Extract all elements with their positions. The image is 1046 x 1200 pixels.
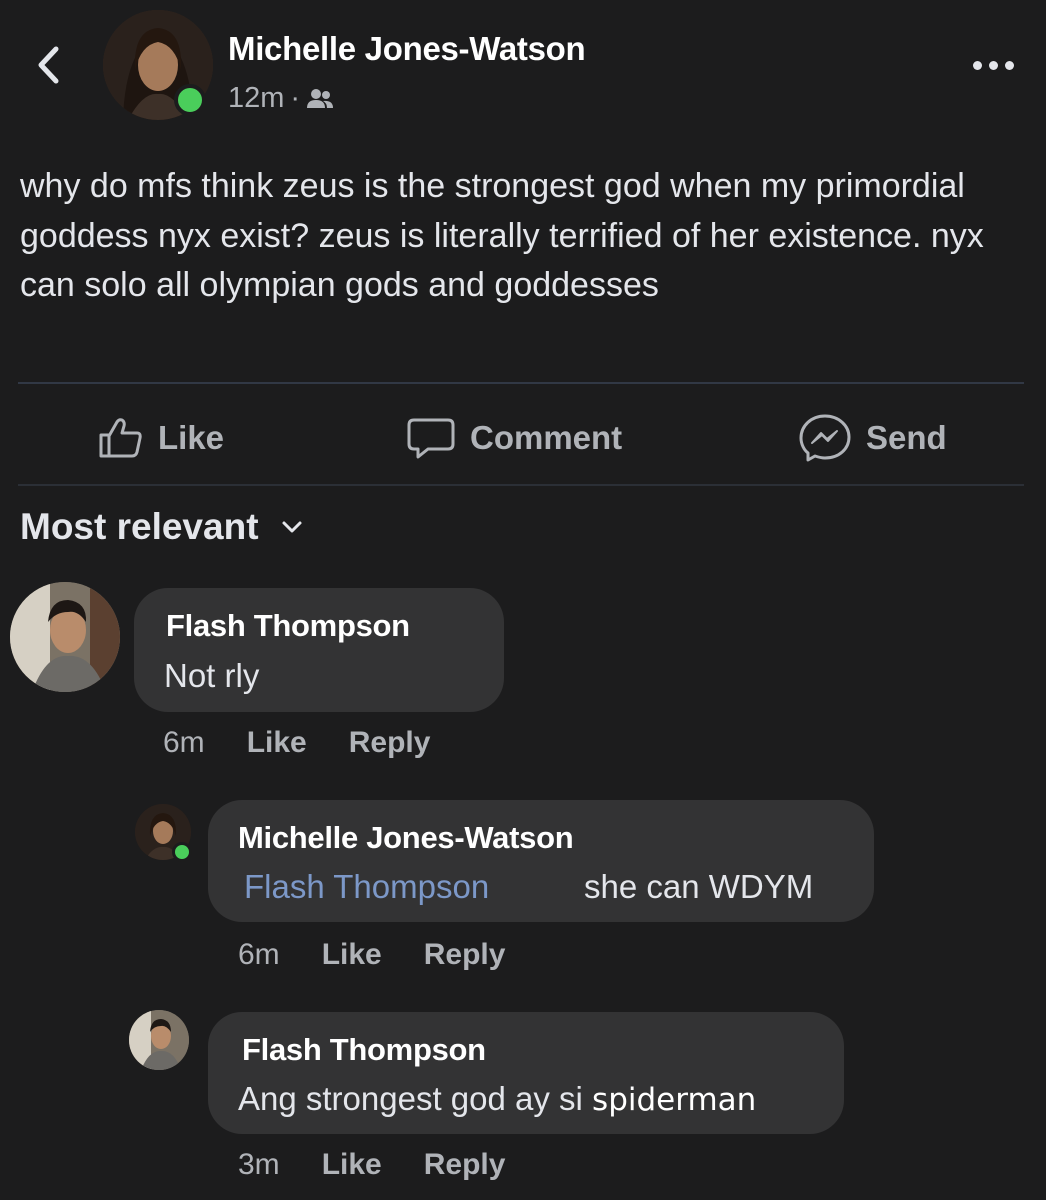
reply-actions: 3m Like Reply <box>238 1148 505 1182</box>
reply-text: she can WDYM <box>584 868 814 905</box>
reply-avatar-image <box>129 1010 189 1070</box>
reply-like-button[interactable]: Like <box>322 1148 382 1182</box>
friends-icon[interactable] <box>306 88 334 110</box>
reply-like-button[interactable]: Like <box>322 938 382 972</box>
reply-author[interactable]: Flash Thompson <box>242 1032 486 1068</box>
thumbs-up-icon <box>99 418 142 458</box>
reply-mention[interactable]: Flash Thompson <box>244 868 489 906</box>
comment-label: Comment <box>470 419 623 456</box>
reply-avatar[interactable] <box>129 1010 189 1070</box>
divider <box>18 382 1024 384</box>
comment-reply-button[interactable]: Reply <box>349 726 431 760</box>
reply-time[interactable]: 3m <box>238 1148 280 1182</box>
like-label: Like <box>158 419 225 456</box>
comment-button[interactable]: Comment <box>406 412 622 464</box>
reply-text: Ang strongest god ay si spiderman <box>238 1080 756 1118</box>
meta-separator: · <box>290 82 301 114</box>
reply-bubble[interactable]: Michelle Jones-Watson Flash Thompson she… <box>208 800 874 922</box>
send-label: Send <box>866 419 947 456</box>
more-horizontal-icon <box>972 60 982 70</box>
comment-like-button[interactable]: Like <box>247 726 307 760</box>
comment-bubble[interactable]: Flash Thompson Not rly <box>134 588 504 712</box>
comment-text: Not rly <box>164 657 260 694</box>
messenger-icon <box>799 414 851 462</box>
comment-author[interactable]: Flash Thompson <box>166 608 410 644</box>
reply-text-main: Ang strongest god ay si <box>238 1080 583 1117</box>
online-status-dot <box>174 84 206 116</box>
reply-actions: 6m Like Reply <box>238 938 505 972</box>
send-button[interactable]: Send <box>798 412 947 464</box>
more-options-button[interactable] <box>968 54 1018 76</box>
reply-reply-button[interactable]: Reply <box>424 1148 506 1182</box>
reply-time[interactable]: 6m <box>238 938 280 972</box>
back-button[interactable] <box>28 40 68 90</box>
reply-reply-button[interactable]: Reply <box>424 938 506 972</box>
divider <box>18 484 1024 486</box>
chevron-down-icon <box>282 521 302 533</box>
post-time[interactable]: 12m <box>228 82 284 115</box>
post-text: why do mfs think zeus is the strongest g… <box>20 167 984 304</box>
post-author-name[interactable]: Michelle Jones-Watson <box>228 30 586 68</box>
chevron-left-icon <box>38 46 59 84</box>
commenter-avatar[interactable] <box>10 582 120 692</box>
comment-time[interactable]: 6m <box>163 726 205 760</box>
comment-icon <box>407 418 455 459</box>
post-meta: 12m · <box>228 82 334 115</box>
commenter-avatar-image <box>10 582 120 692</box>
reply-bubble[interactable]: Flash Thompson Ang strongest god ay si s… <box>208 1012 844 1134</box>
comment-sort-dropdown[interactable]: Most relevant <box>20 506 303 548</box>
like-button[interactable]: Like <box>98 412 224 464</box>
online-status-dot <box>172 842 192 862</box>
reply-text-tail: spiderman <box>592 1082 757 1118</box>
comment-actions: 6m Like Reply <box>163 726 430 760</box>
sort-label: Most relevant <box>20 506 259 547</box>
reply-author[interactable]: Michelle Jones-Watson <box>238 820 574 856</box>
